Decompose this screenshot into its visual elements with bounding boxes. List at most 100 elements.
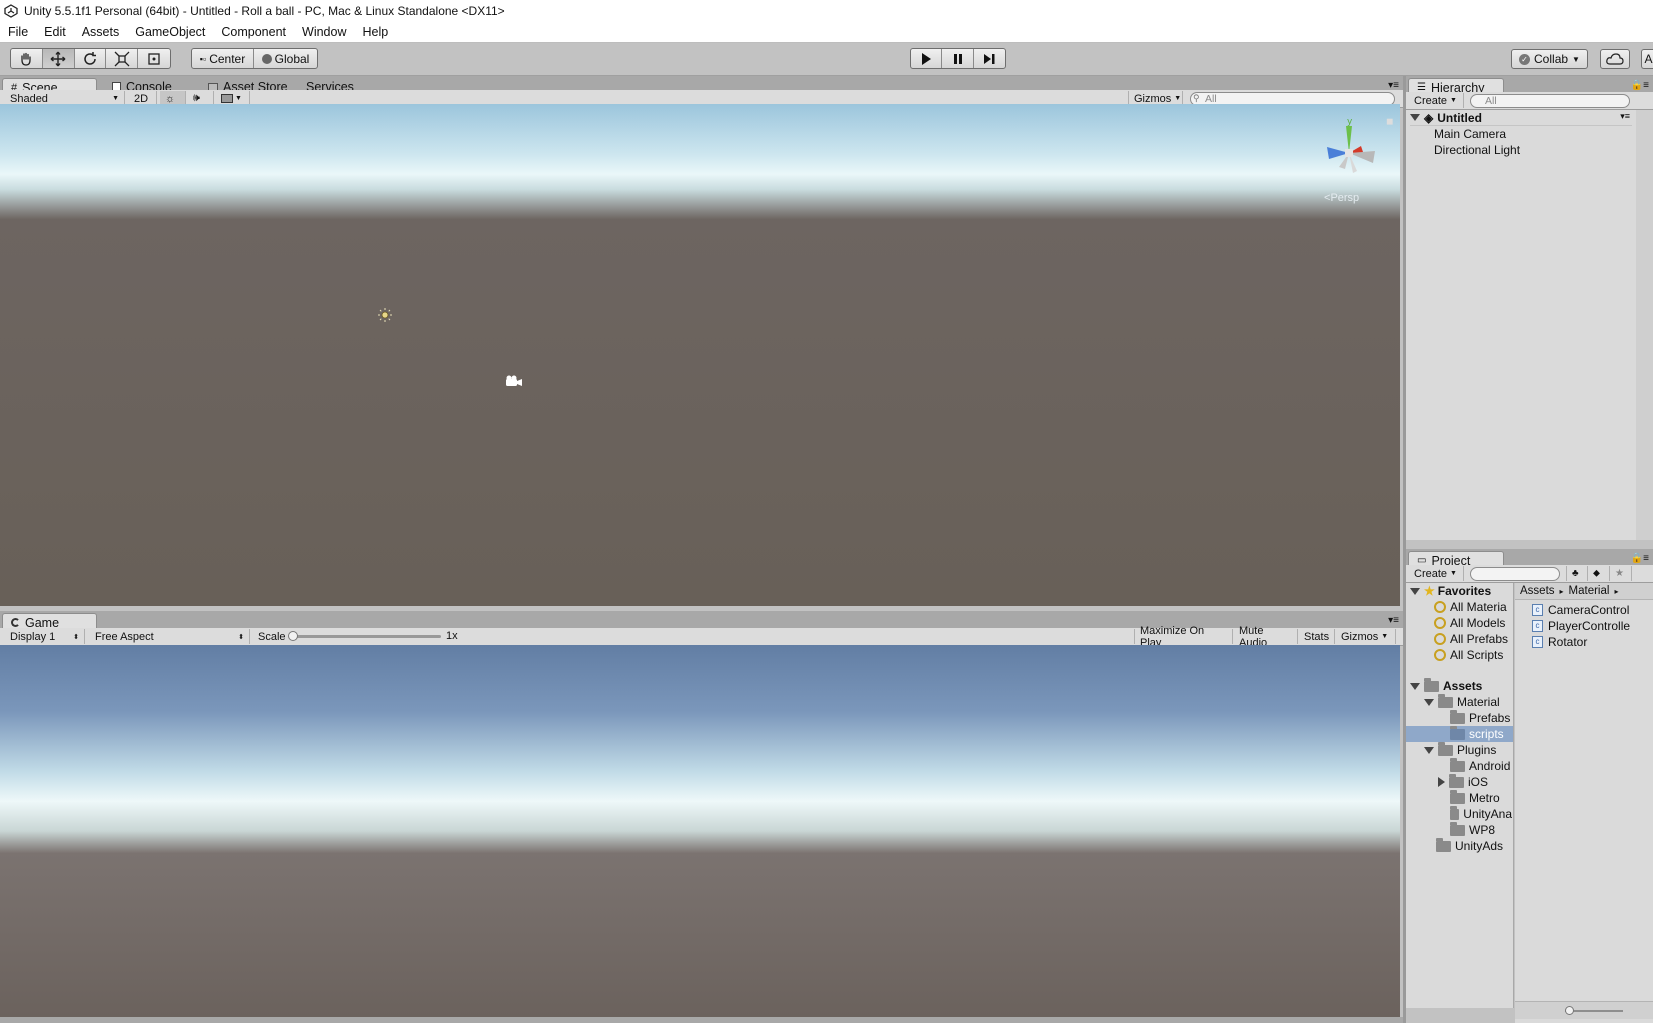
- expand-arrow-icon[interactable]: [1410, 114, 1420, 121]
- filter-type-button[interactable]: ♣: [1566, 566, 1588, 581]
- mute-audio-toggle[interactable]: Mute Audio: [1234, 625, 1298, 649]
- play-button[interactable]: [911, 49, 943, 68]
- menu-edit[interactable]: Edit: [36, 25, 74, 39]
- menu-file[interactable]: File: [0, 25, 36, 39]
- move-tool-button[interactable]: [42, 49, 75, 68]
- check-circle-icon: ✓: [1519, 53, 1531, 65]
- orientation-gizmo[interactable]: y: [1315, 115, 1385, 185]
- dropdown-arrow-icon: ▼: [1450, 570, 1457, 577]
- file-label: Rotator: [1548, 635, 1588, 649]
- folder-wp8[interactable]: WP8: [1450, 821, 1495, 838]
- folder-ios[interactable]: iOS: [1438, 773, 1488, 790]
- maximize-on-play-toggle[interactable]: Maximize On Play: [1134, 625, 1233, 649]
- folder-icon: [1438, 693, 1453, 708]
- gizmo-lock-icon[interactable]: ◼: [1386, 116, 1393, 127]
- folder-metro[interactable]: Metro: [1450, 789, 1500, 806]
- shading-label: Shaded: [10, 92, 48, 105]
- favorite-all-scripts[interactable]: All Scripts: [1434, 647, 1503, 663]
- hierarchy-item-directional-light[interactable]: Directional Light: [1434, 142, 1520, 158]
- hand-tool-button[interactable]: [11, 49, 43, 68]
- unity-logo-icon: [4, 4, 18, 18]
- folder-android[interactable]: Android: [1450, 757, 1510, 774]
- rect-tool-icon: [148, 52, 160, 65]
- file-label: CameraControl: [1548, 603, 1630, 617]
- aspect-dropdown[interactable]: Free Aspect ⬍: [90, 629, 250, 644]
- folder-unityanalytics[interactable]: UnityAna: [1450, 806, 1512, 822]
- dropdown-arrow-icon: ▼: [112, 95, 119, 102]
- menu-gameobject[interactable]: GameObject: [127, 25, 213, 39]
- save-search-button[interactable]: ★: [1610, 566, 1632, 581]
- favorite-all-models[interactable]: All Models: [1434, 615, 1505, 631]
- breadcrumb-assets[interactable]: Assets: [1520, 585, 1555, 597]
- zoom-slider-thumb[interactable]: [1565, 1006, 1574, 1015]
- folder-icon: [1450, 789, 1465, 804]
- game-gizmos-dropdown[interactable]: Gizmos ▼: [1336, 629, 1396, 644]
- scale-slider-track[interactable]: [291, 635, 441, 638]
- camera-gizmo-icon[interactable]: [505, 374, 523, 388]
- project-create-dropdown[interactable]: Create ▼: [1409, 566, 1464, 581]
- account-button[interactable]: A: [1641, 49, 1653, 69]
- folder-material[interactable]: Material: [1424, 693, 1500, 710]
- menu-window[interactable]: Window: [294, 25, 354, 39]
- game-viewport[interactable]: [0, 645, 1400, 1017]
- chevron-right-icon: ▸: [1559, 586, 1564, 596]
- pivot-global-toggle[interactable]: Global: [254, 49, 317, 68]
- project-search-input[interactable]: [1470, 567, 1560, 581]
- hierarchy-scrollbar[interactable]: [1636, 110, 1653, 540]
- file-playercontroller[interactable]: c PlayerControlle: [1532, 618, 1630, 634]
- lock-menu-icon[interactable]: 🔒≡: [1631, 553, 1649, 564]
- scale-slider-thumb[interactable]: [288, 631, 298, 641]
- project-footer: [1515, 1001, 1653, 1019]
- expand-arrow-icon[interactable]: [1410, 682, 1420, 690]
- persp-label[interactable]: <Persp: [1324, 192, 1359, 204]
- updown-arrow-icon: ⬍: [238, 633, 244, 641]
- folder-scripts[interactable]: scripts: [1406, 725, 1513, 742]
- folder-icon: [1450, 821, 1465, 836]
- lock-menu-icon[interactable]: 🔒≡: [1631, 80, 1649, 91]
- expand-arrow-icon[interactable]: [1424, 746, 1434, 754]
- menu-component[interactable]: Component: [213, 25, 294, 39]
- breadcrumb-material[interactable]: Material: [1569, 585, 1610, 597]
- expand-arrow-icon[interactable]: [1424, 698, 1434, 706]
- sun-icon: ☼: [165, 92, 176, 105]
- filter-label-button[interactable]: ⬥: [1588, 566, 1610, 581]
- folder-prefabs[interactable]: Prefabs: [1450, 709, 1510, 726]
- create-label: Create: [1414, 567, 1448, 580]
- item-label: UnityAds: [1455, 839, 1504, 853]
- scene-viewport[interactable]: y ◼ <Persp: [0, 104, 1400, 606]
- stats-toggle[interactable]: Stats: [1299, 629, 1335, 644]
- item-label: All Materia: [1450, 600, 1507, 614]
- menu-help[interactable]: Help: [354, 25, 396, 39]
- step-button[interactable]: [974, 49, 1005, 68]
- rect-tool-button[interactable]: [138, 49, 170, 68]
- hierarchy-create-dropdown[interactable]: Create ▼: [1409, 93, 1464, 108]
- folder-unityads[interactable]: UnityAds: [1436, 837, 1504, 854]
- item-label: Main Camera: [1434, 127, 1507, 141]
- collab-button[interactable]: ✓ Collab ▼: [1511, 49, 1588, 69]
- favorites-row[interactable]: ★ Favorites: [1410, 583, 1491, 599]
- collapse-arrow-icon[interactable]: [1438, 777, 1445, 787]
- hand-icon: [21, 52, 32, 66]
- cloud-button[interactable]: [1600, 49, 1630, 69]
- expand-arrow-icon[interactable]: [1410, 587, 1420, 595]
- pivot-center-toggle[interactable]: ▪▫ Center: [192, 49, 255, 68]
- rotate-icon: [84, 51, 96, 65]
- hierarchy-search-input[interactable]: All: [1470, 94, 1630, 108]
- favorite-all-materials[interactable]: All Materia: [1434, 599, 1507, 615]
- file-cameracontroller[interactable]: c CameraControl: [1532, 602, 1629, 618]
- panel-menu-icon[interactable]: ▾≡: [1388, 615, 1399, 626]
- display-dropdown[interactable]: Display 1 ⬍: [5, 629, 85, 644]
- assets-root-row[interactable]: Assets: [1410, 677, 1482, 694]
- menu-assets[interactable]: Assets: [74, 25, 128, 39]
- scale-tool-button[interactable]: [106, 49, 139, 68]
- folder-plugins[interactable]: Plugins: [1424, 741, 1496, 758]
- scene-menu-icon[interactable]: ▾≡: [1620, 111, 1630, 122]
- move-arrows-icon: [50, 51, 66, 66]
- hierarchy-item-main-camera[interactable]: Main Camera: [1434, 126, 1506, 142]
- rotate-tool-button[interactable]: [75, 49, 107, 68]
- scene-root-row[interactable]: ◈ Untitled ▾≡: [1410, 110, 1632, 126]
- favorite-all-prefabs[interactable]: All Prefabs: [1434, 631, 1508, 647]
- pause-button[interactable]: [942, 49, 974, 68]
- light-gizmo-icon[interactable]: [378, 308, 392, 322]
- file-rotator[interactable]: c Rotator: [1532, 634, 1587, 650]
